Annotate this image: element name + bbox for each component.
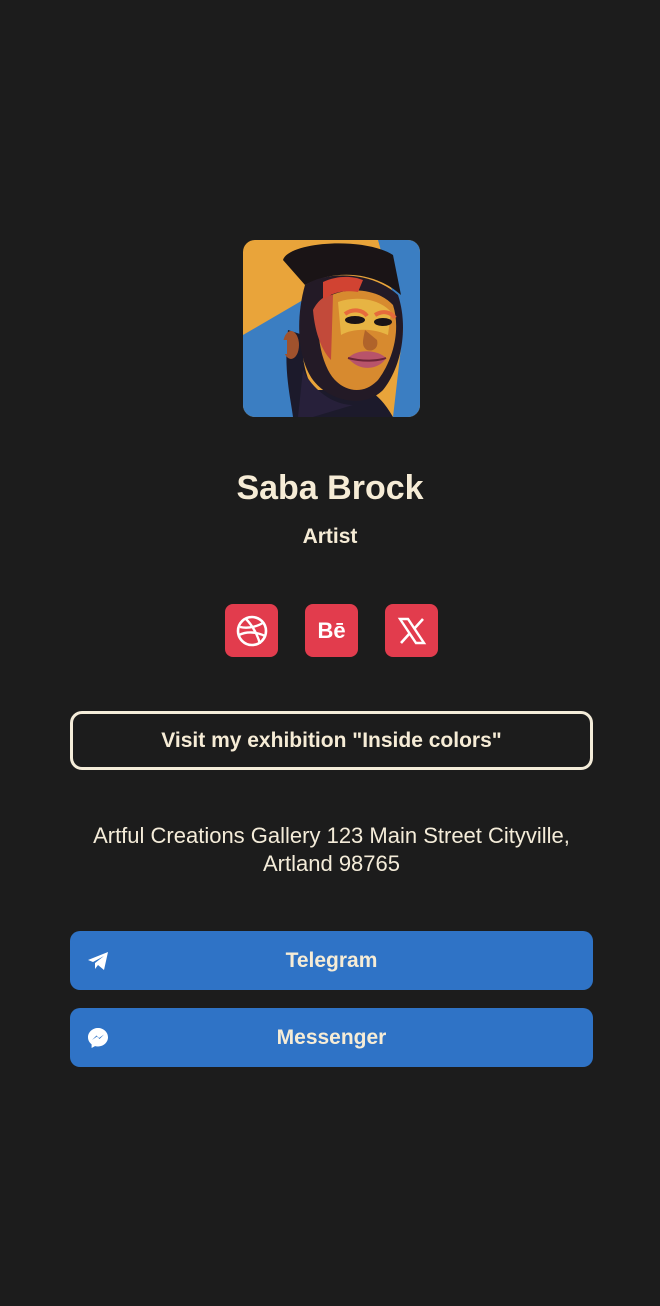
x-icon <box>397 617 426 644</box>
profile-name: Saba Brock <box>236 469 424 507</box>
behance-button[interactable]: Bē <box>305 604 358 657</box>
messenger-icon <box>88 1028 108 1048</box>
telegram-icon <box>88 952 108 970</box>
messenger-label: Messenger <box>276 1025 387 1049</box>
exhibition-button-label: Visit my exhibition "Inside colors" <box>161 728 502 752</box>
behance-icon: Bē <box>317 617 346 643</box>
telegram-label: Telegram <box>285 948 378 972</box>
profile-role: Artist <box>302 525 358 548</box>
dribbble-button[interactable] <box>225 604 278 657</box>
link-page: Saba Brock Artist Bē Visit my exhibition… <box>0 0 660 1306</box>
avatar <box>243 240 420 417</box>
telegram-button[interactable]: Telegram <box>70 931 593 990</box>
x-button[interactable] <box>385 604 438 657</box>
exhibition-button[interactable]: Visit my exhibition "Inside colors" <box>70 711 593 770</box>
dribbble-icon <box>236 615 267 646</box>
gallery-address: Artful Creations Gallery 123 Main Street… <box>93 823 570 876</box>
messenger-button[interactable]: Messenger <box>70 1008 593 1067</box>
portrait-illustration <box>243 240 420 417</box>
